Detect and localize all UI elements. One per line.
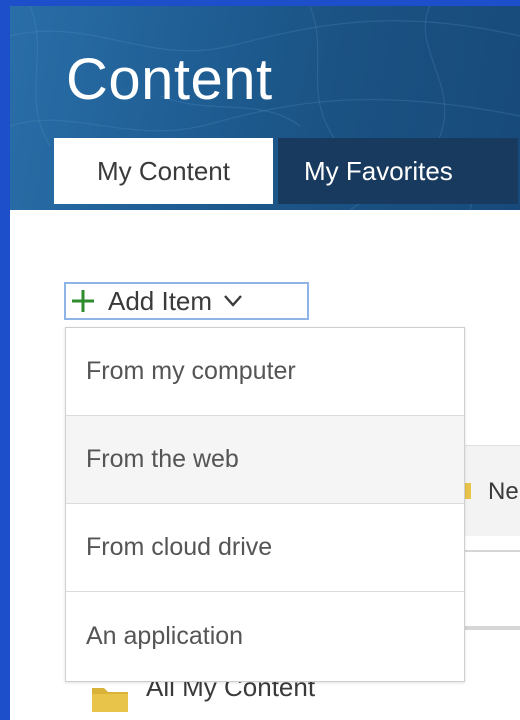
add-item-label: Add Item — [108, 285, 213, 316]
add-item-dropdown-menu: From my computer From the web From cloud… — [65, 327, 465, 682]
chevron-down-icon — [224, 295, 242, 307]
add-item-button[interactable]: Add Item — [64, 282, 309, 320]
menu-item-from-my-computer[interactable]: From my computer — [66, 328, 464, 416]
plus-icon — [72, 290, 94, 312]
menu-item-an-application[interactable]: An application — [66, 592, 464, 680]
page-title: Content — [66, 47, 273, 112]
tab-my-favorites[interactable]: My Favorites — [278, 138, 518, 204]
menu-item-from-the-web[interactable]: From the web — [66, 416, 464, 504]
divider — [464, 626, 520, 630]
divider — [464, 550, 520, 552]
window-frame-left — [0, 0, 10, 720]
new-button-label[interactable]: Ne — [488, 478, 519, 506]
tab-my-content[interactable]: My Content — [54, 138, 273, 204]
menu-item-from-cloud-drive[interactable]: From cloud drive — [66, 504, 464, 592]
folder-icon — [92, 688, 128, 712]
